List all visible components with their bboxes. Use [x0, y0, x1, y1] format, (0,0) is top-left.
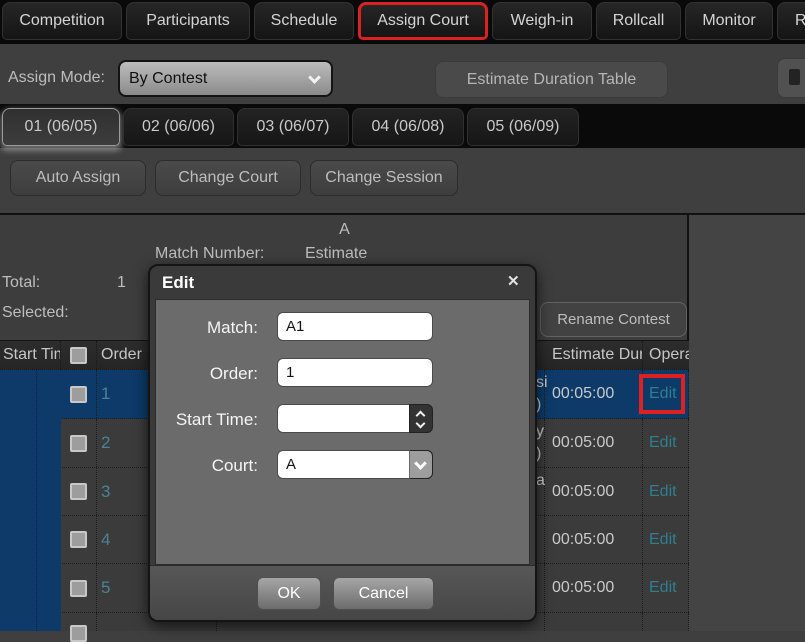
- estimate-duration-cell: 00:05:00: [545, 468, 643, 515]
- assign-mode-label: Assign Mode:: [8, 69, 105, 87]
- operation-cell: Edit: [643, 564, 689, 612]
- dialog-title: Edit: [162, 273, 194, 293]
- order-value: 2: [101, 433, 110, 453]
- dialog-footer: OK Cancel: [150, 565, 535, 620]
- day-tab-2[interactable]: 02 (06/06): [123, 108, 234, 146]
- row-checkbox-cell: [61, 564, 97, 612]
- edit-highlight-box: [639, 374, 685, 414]
- operation-cell: [643, 613, 689, 631]
- tab-weigh-in[interactable]: Weigh-in: [492, 2, 592, 40]
- select-all-checkbox[interactable]: [70, 347, 87, 364]
- order-value: 3: [101, 482, 110, 502]
- selected-label: Selected:: [2, 304, 69, 322]
- order-value: 4: [101, 530, 110, 550]
- edit-link[interactable]: Edit: [649, 531, 677, 549]
- change-court-button[interactable]: Change Court: [155, 160, 301, 196]
- estimate-duration-cell: 00:05:00: [545, 516, 643, 563]
- match-label: Match:: [150, 318, 258, 338]
- session-day-tab-bar: 01 (06/05) 02 (06/06) 03 (06/07) 04 (06/…: [0, 104, 805, 148]
- ok-button[interactable]: OK: [257, 577, 321, 610]
- order-value: 5: [101, 578, 110, 598]
- truncated-icon-button[interactable]: [777, 58, 805, 98]
- spinner-down-icon[interactable]: [416, 419, 426, 429]
- row-checkbox[interactable]: [70, 580, 87, 597]
- page-background: [689, 215, 805, 631]
- court-label: Court:: [150, 456, 258, 476]
- header-estimate-duration: Estimate Duration: [545, 341, 643, 369]
- chevron-down-icon: [414, 457, 427, 470]
- row-checkbox[interactable]: [70, 386, 87, 403]
- operation-cell: Edit: [643, 468, 689, 515]
- change-session-button[interactable]: Change Session: [310, 160, 458, 196]
- start-time-label: Start Time:: [150, 410, 258, 430]
- assign-mode-value: By Contest: [129, 70, 207, 88]
- order-input[interactable]: [277, 358, 433, 387]
- total-value: 1: [117, 274, 126, 292]
- row-checkbox-cell: [61, 370, 97, 418]
- day-tab-5[interactable]: 05 (06/09): [467, 108, 579, 146]
- day-tab-1[interactable]: 01 (06/05): [2, 108, 120, 146]
- edit-link[interactable]: Edit: [649, 434, 677, 452]
- estimate-duration-cell: [545, 613, 643, 631]
- cancel-button[interactable]: Cancel: [333, 577, 434, 610]
- estimate-duration-cell: 00:05:00: [545, 419, 643, 467]
- edit-dialog: Edit ✕ Match: Order: Start Time: Court: …: [148, 264, 537, 622]
- day-tab-3[interactable]: 03 (06/07): [237, 108, 349, 146]
- row-checkbox[interactable]: [70, 483, 87, 500]
- auto-assign-button[interactable]: Auto Assign: [10, 160, 146, 196]
- tab-schedule[interactable]: Schedule: [254, 2, 354, 40]
- row-checkbox[interactable]: [70, 531, 87, 548]
- estimate-duration-cell: 00:05:00: [545, 370, 643, 418]
- court-name: A: [0, 221, 689, 239]
- match-input[interactable]: [277, 312, 433, 341]
- total-label: Total:: [2, 274, 40, 292]
- operation-cell: Edit: [643, 419, 689, 467]
- edit-link[interactable]: Edit: [649, 579, 677, 597]
- match-number-label: Match Number:: [155, 245, 264, 263]
- close-icon[interactable]: ✕: [507, 272, 520, 290]
- tab-participants[interactable]: Participants: [126, 2, 250, 40]
- operation-cell: Edit: [643, 516, 689, 563]
- row-checkbox[interactable]: [70, 625, 87, 642]
- tab-truncated[interactable]: R: [777, 2, 805, 40]
- rename-contest-button[interactable]: Rename Contest: [540, 302, 687, 337]
- assign-mode-select[interactable]: By Contest: [118, 60, 333, 97]
- tab-monitor[interactable]: Monitor: [685, 2, 773, 40]
- time-spinner[interactable]: [409, 404, 433, 433]
- header-checkbox-cell: [61, 341, 97, 369]
- divider: [36, 370, 37, 631]
- row-checkbox-cell: [61, 468, 97, 515]
- tab-rollcall[interactable]: Rollcall: [596, 2, 681, 40]
- divider: [689, 213, 805, 215]
- start-time-merged-cell: [0, 370, 61, 631]
- header-start-time: Start Time: [0, 341, 61, 369]
- edit-link[interactable]: Edit: [649, 483, 677, 501]
- row-checkbox-cell: [61, 419, 97, 467]
- order-label: Order:: [150, 364, 258, 384]
- order-value: 1: [101, 384, 110, 404]
- court-value: A: [286, 456, 296, 473]
- header-operation: Operation: [643, 341, 689, 369]
- top-nav-bar: Competition Participants Schedule Assign…: [0, 0, 805, 44]
- chevron-down-icon: [308, 71, 321, 84]
- tab-assign-court[interactable]: Assign Court: [358, 2, 488, 40]
- tab-competition[interactable]: Competition: [2, 2, 122, 40]
- row-checkbox[interactable]: [70, 435, 87, 452]
- row-checkbox-cell: [61, 516, 97, 563]
- day-tab-4[interactable]: 04 (06/08): [352, 108, 464, 146]
- unknown-icon: [789, 69, 800, 85]
- estimate-duration-cell: 00:05:00: [545, 564, 643, 612]
- court-dropdown-button[interactable]: [409, 450, 433, 479]
- match-number-value: Estimate: [305, 245, 367, 263]
- estimate-duration-table-button[interactable]: Estimate Duration Table: [435, 61, 668, 98]
